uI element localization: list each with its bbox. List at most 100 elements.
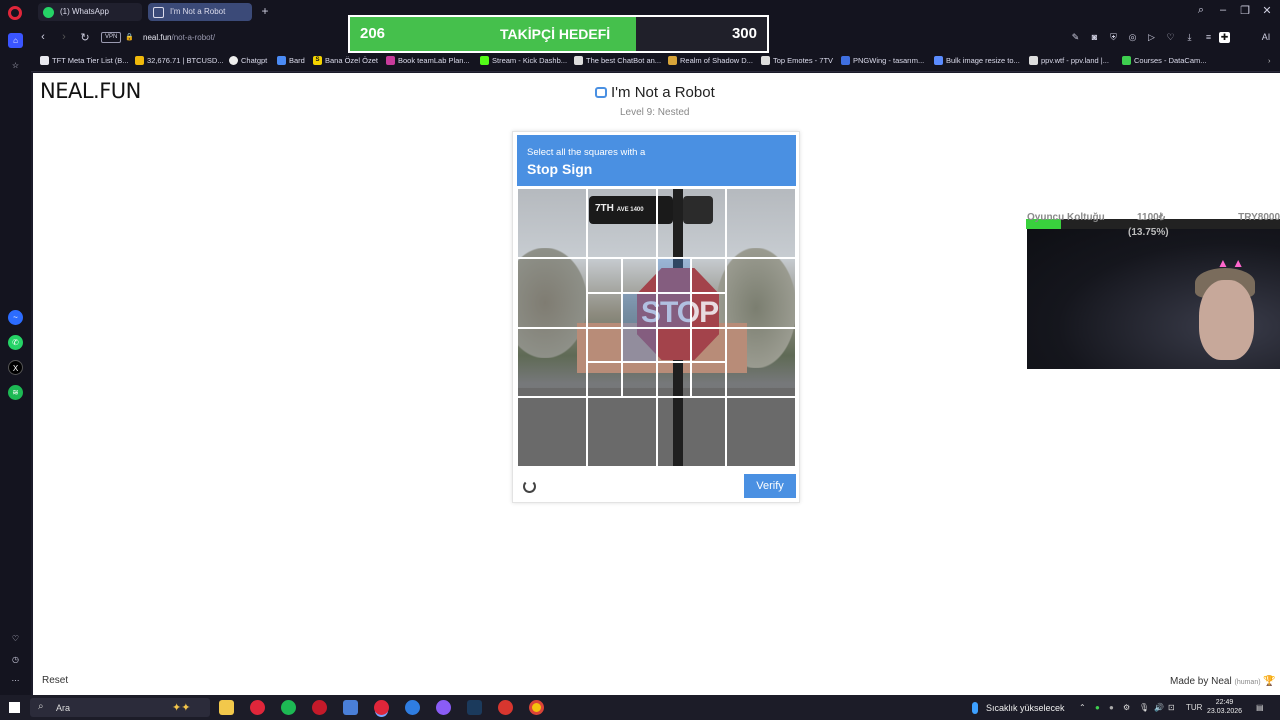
network-icon[interactable]: ⊡ <box>1168 703 1175 712</box>
captcha-sub-tile[interactable] <box>691 257 727 293</box>
extensions-icon[interactable]: ✚ <box>1219 32 1230 43</box>
bookmark-item[interactable]: Bard <box>277 56 305 65</box>
tray-app3-icon[interactable]: ⚙ <box>1123 703 1130 712</box>
selected-tile-highlight[interactable] <box>656 257 692 293</box>
bookmark-item[interactable]: Chatgpt <box>229 56 267 65</box>
translate-icon[interactable]: ◎ <box>1127 32 1138 43</box>
speaker-icon[interactable]: 🔊 <box>1154 703 1164 712</box>
captcha-sub-tile[interactable] <box>656 362 692 398</box>
weather-widget[interactable]: Sıcaklık yükselecek <box>972 702 1065 714</box>
bookmark-item[interactable]: Realm of Shadow D... <box>668 56 753 65</box>
minimize-button[interactable]: – <box>1215 4 1231 16</box>
microphone-icon[interactable]: 🎙 <box>1139 703 1149 712</box>
opera-gx-taskbar-icon[interactable] <box>374 700 389 715</box>
taskbar-search[interactable]: ⌕ Ara ✦✦ <box>30 698 210 717</box>
captcha-tile[interactable] <box>726 257 796 328</box>
reset-button[interactable]: Reset <box>42 675 68 686</box>
captcha-tile[interactable] <box>726 327 796 398</box>
captcha-sub-tile[interactable] <box>586 292 622 328</box>
x-icon[interactable]: X <box>8 360 23 375</box>
new-tab-button[interactable]: + <box>259 5 271 17</box>
site-logo[interactable]: NEAL.FUN <box>40 79 141 103</box>
captcha-tile[interactable] <box>517 188 587 258</box>
captcha-sub-tile[interactable] <box>621 257 657 293</box>
captcha-tile[interactable] <box>656 397 727 467</box>
whatsapp-sidebar-icon[interactable]: ✆ <box>8 335 23 350</box>
spotify-icon[interactable]: ≋ <box>8 385 23 400</box>
tray-expand-icon[interactable]: ⌃ <box>1079 703 1086 712</box>
opera-logo-icon[interactable] <box>8 6 22 20</box>
calendar-taskbar-icon[interactable] <box>343 700 358 715</box>
captcha-tile[interactable] <box>517 327 587 398</box>
forward-button[interactable]: › <box>57 31 71 43</box>
star-icon[interactable]: ☆ <box>8 58 23 73</box>
captcha-sub-tile[interactable] <box>691 327 727 363</box>
captcha-tile[interactable] <box>726 397 796 467</box>
captcha-tile[interactable] <box>517 257 587 328</box>
captcha-sub-tile[interactable] <box>691 362 727 398</box>
bookmark-item[interactable]: PNGWing - tasarım... <box>841 56 924 65</box>
windows-start-icon[interactable] <box>9 702 20 713</box>
reload-button[interactable]: ↻ <box>78 31 92 44</box>
bookmarks-more-icon[interactable]: › <box>1256 56 1271 65</box>
captcha-sub-tile[interactable] <box>621 362 657 398</box>
bookmark-item[interactable]: S Bana Özel Özet <box>313 56 378 65</box>
bookmark-item[interactable]: ppv.wtf - ppv.land |... <box>1029 56 1109 65</box>
bookmark-item[interactable]: Stream - Kick Dashb... <box>480 56 567 65</box>
captcha-tile[interactable] <box>656 188 727 258</box>
selected-tile-highlight[interactable] <box>656 292 692 328</box>
captcha-sub-tile[interactable] <box>656 327 692 363</box>
captcha-sub-tile[interactable] <box>691 292 727 328</box>
heart-sidebar-icon[interactable]: ♡ <box>8 631 23 646</box>
close-button[interactable]: ✕ <box>1259 4 1275 17</box>
captcha-sub-tile[interactable] <box>586 257 622 293</box>
bookmark-item[interactable]: Book teamLab Plan... <box>386 56 470 65</box>
bookmark-item[interactable]: Courses - DataCam... <box>1122 56 1207 65</box>
captcha-tile[interactable] <box>726 188 796 258</box>
heart-icon[interactable]: ♡ <box>1165 32 1176 43</box>
discord-taskbar-icon[interactable] <box>436 700 451 715</box>
history-icon[interactable]: ◷ <box>8 652 23 667</box>
notification-icon[interactable]: ▤ <box>1256 703 1264 712</box>
tab-whatsapp[interactable]: (1) WhatsApp <box>38 3 142 21</box>
captcha-tile[interactable] <box>586 397 657 467</box>
captcha-tile[interactable] <box>517 397 587 467</box>
edit-icon[interactable]: ✎ <box>1070 32 1081 43</box>
maximize-button[interactable]: ❐ <box>1237 4 1253 17</box>
steam-taskbar-icon[interactable] <box>467 700 482 715</box>
chrome-taskbar-icon[interactable] <box>529 700 544 715</box>
camera-icon[interactable]: ◙ <box>1089 32 1100 43</box>
captcha-tile[interactable] <box>586 188 657 258</box>
play-icon[interactable]: ▷ <box>1146 32 1157 43</box>
ai-button[interactable]: AI <box>1255 32 1277 43</box>
captcha-sub-tile[interactable] <box>586 362 622 398</box>
download-icon[interactable]: ⤓ <box>1184 32 1195 43</box>
language-indicator[interactable]: TUR <box>1186 703 1202 712</box>
search-tabs-icon[interactable]: ⌕ <box>1193 4 1209 17</box>
tray-app2-icon[interactable]: ● <box>1109 703 1114 712</box>
tray-app-icon[interactable]: ● <box>1095 703 1100 712</box>
app2-taskbar-icon[interactable] <box>405 700 420 715</box>
refresh-icon[interactable] <box>523 480 536 493</box>
bookmark-item[interactable]: 32,676.71 | BTCUSD... <box>135 56 224 65</box>
selected-tile-highlight[interactable] <box>621 327 657 363</box>
tab-not-a-robot[interactable]: I'm Not a Robot <box>148 3 252 21</box>
file-explorer-icon[interactable] <box>219 700 234 715</box>
bookmark-item[interactable]: TFT Meta Tier List (B... <box>40 56 129 65</box>
opera-taskbar-icon[interactable] <box>250 700 265 715</box>
shield-icon[interactable]: ⛨ <box>1108 32 1119 43</box>
captcha-sub-tile[interactable] <box>586 327 622 363</box>
clock[interactable]: 22:49 23.03.2026 <box>1207 698 1242 716</box>
app3-taskbar-icon[interactable] <box>498 700 513 715</box>
verify-button[interactable]: Verify <box>744 474 796 498</box>
back-button[interactable]: ‹ <box>36 31 50 43</box>
messenger-icon[interactable]: ~ <box>8 310 23 325</box>
app-taskbar-icon[interactable] <box>312 700 327 715</box>
selected-tile-highlight[interactable] <box>621 292 657 328</box>
lock-icon[interactable]: 🔒 <box>125 33 134 41</box>
home-icon[interactable]: ⌂ <box>8 33 23 48</box>
vpn-badge[interactable]: VPN <box>101 32 122 43</box>
menu-icon[interactable]: ≡ <box>1203 32 1214 43</box>
bookmark-item[interactable]: Bulk image resize to... <box>934 56 1020 65</box>
made-by-credit[interactable]: Made by Neal (human) 🏆 <box>1170 676 1276 687</box>
